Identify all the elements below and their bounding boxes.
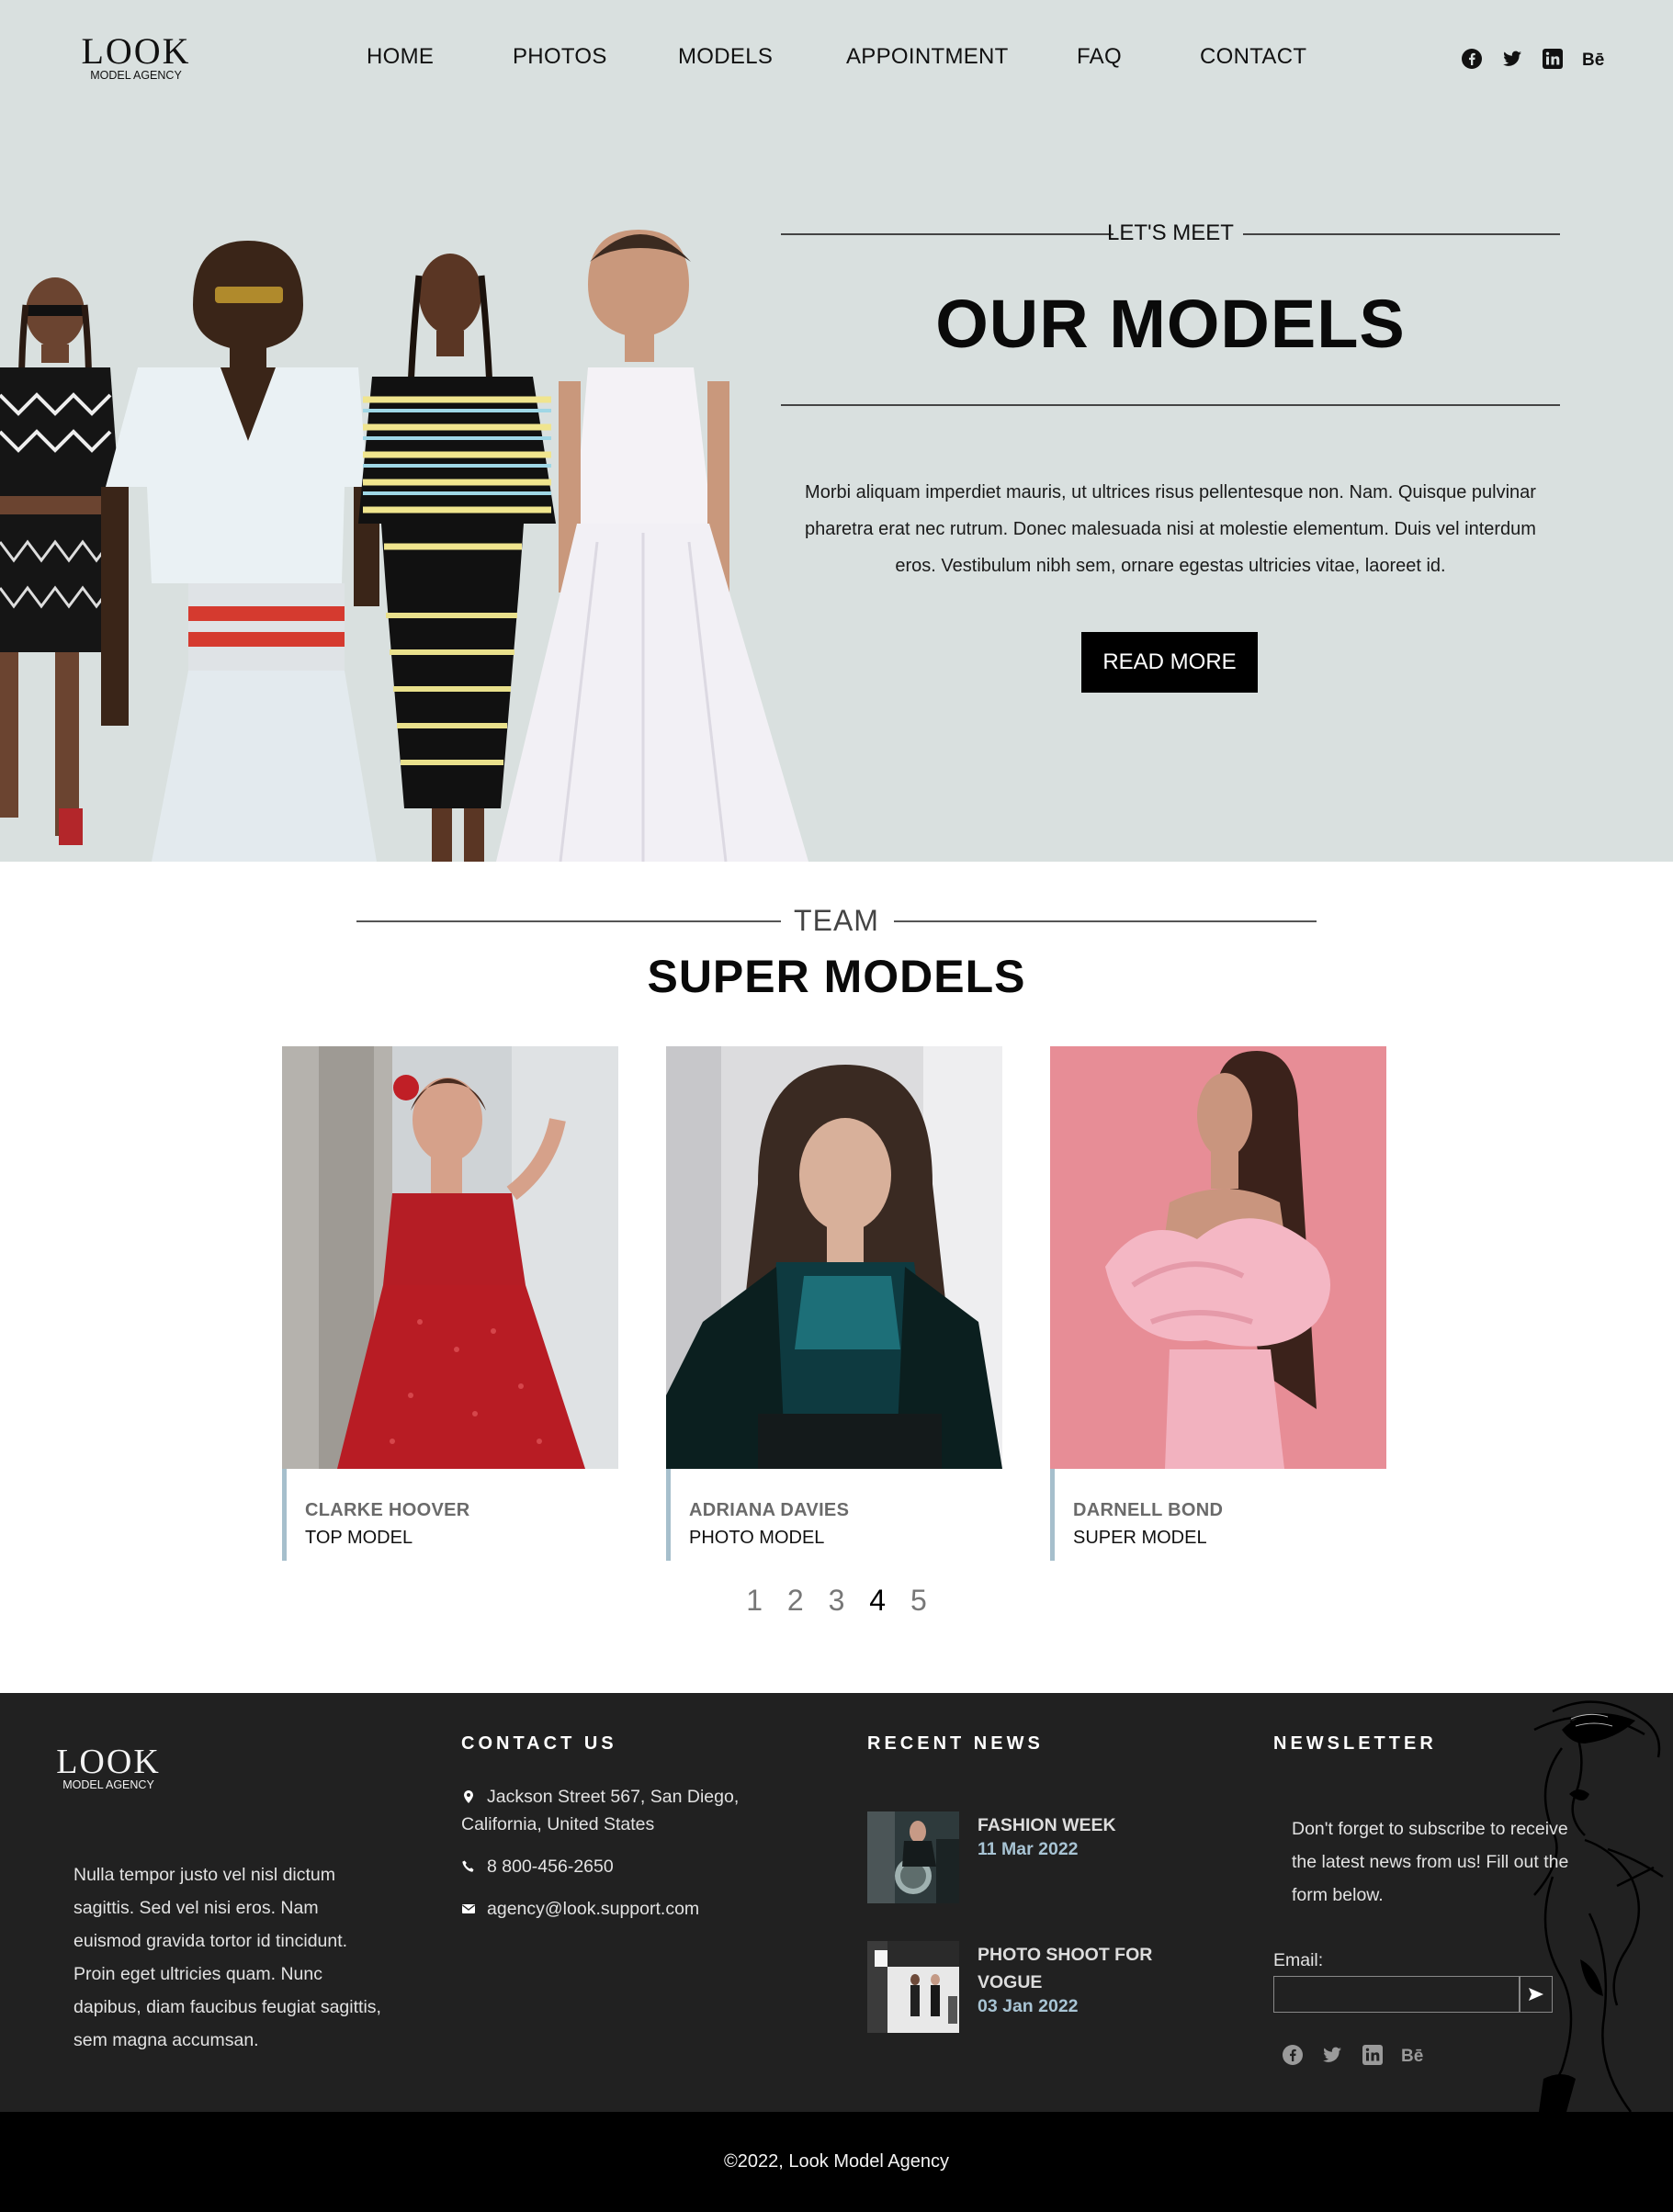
model-info: CLARKE HOOVER TOP MODEL bbox=[282, 1469, 618, 1561]
model-role: PHOTO MODEL bbox=[689, 1528, 825, 1548]
page-link-2[interactable]: 2 bbox=[787, 1584, 804, 1618]
model-card[interactable]: CLARKE HOOVER TOP MODEL bbox=[282, 1046, 618, 1561]
svg-text:Bē: Bē bbox=[1582, 51, 1604, 70]
contact-address-text: Jackson Street 567, San Diego, Californi… bbox=[461, 1787, 740, 1834]
contact-phone[interactable]: 8 800-456-2650 bbox=[461, 1853, 792, 1880]
model-role: TOP MODEL bbox=[305, 1528, 413, 1548]
contact-email-text: agency@look.support.com bbox=[487, 1899, 700, 1919]
email-label: Email: bbox=[1273, 1950, 1324, 1970]
model-info: ADRIANA DAVIES PHOTO MODEL bbox=[666, 1469, 1002, 1561]
hero-section: LOOK MODEL AGENCY HOME PHOTOS MODELS APP… bbox=[0, 0, 1673, 862]
team-line-right bbox=[894, 920, 1317, 922]
page-link-5[interactable]: 5 bbox=[910, 1584, 927, 1618]
send-icon bbox=[1528, 1987, 1544, 2002]
logo-main-text: LOOK bbox=[56, 1743, 161, 1781]
logo-sub-text: MODEL AGENCY bbox=[62, 1778, 154, 1791]
news-title[interactable]: PHOTO SHOOT FOR VOGUE bbox=[978, 1941, 1161, 1996]
eyebrow-line-right bbox=[1243, 233, 1560, 235]
contact-heading: CONTACT US bbox=[461, 1733, 617, 1754]
news-item[interactable]: PHOTO SHOOT FOR VOGUE 03 Jan 2022 bbox=[867, 1941, 1152, 2033]
model-card[interactable]: DARNELL BOND SUPER MODEL bbox=[1050, 1046, 1386, 1561]
newsletter-heading: NEWSLETTER bbox=[1273, 1733, 1437, 1754]
location-pin-icon bbox=[461, 1789, 476, 1804]
team-eyebrow: TEAM bbox=[356, 904, 1317, 941]
footer-social-links: Bē bbox=[1282, 2044, 1438, 2068]
model-photo[interactable] bbox=[1050, 1046, 1386, 1469]
svg-text:Bē: Bē bbox=[1401, 2047, 1423, 2066]
page-link-4-active[interactable]: 4 bbox=[869, 1584, 886, 1618]
twitter-icon[interactable] bbox=[1501, 48, 1523, 70]
model-photo[interactable] bbox=[666, 1046, 1002, 1469]
header-social-links: Bē bbox=[1461, 48, 1608, 72]
news-thumbnail[interactable] bbox=[867, 1811, 959, 1903]
news-title[interactable]: FASHION WEEK bbox=[978, 1811, 1161, 1839]
model-name[interactable]: CLARKE HOOVER bbox=[305, 1500, 469, 1521]
footer: LOOK MODEL AGENCY Nulla tempor justo vel… bbox=[0, 1693, 1673, 2112]
news-heading: RECENT NEWS bbox=[867, 1733, 1044, 1754]
page-link-3[interactable]: 3 bbox=[829, 1584, 845, 1618]
news-date: 11 Mar 2022 bbox=[978, 1839, 1079, 1859]
nav-item-faq[interactable]: FAQ bbox=[1077, 44, 1122, 70]
copyright-text: ©2022, Look Model Agency bbox=[724, 2151, 949, 2172]
behance-icon[interactable]: Bē bbox=[1582, 48, 1608, 70]
nav-item-contact[interactable]: CONTACT bbox=[1200, 44, 1306, 70]
model-photo[interactable] bbox=[282, 1046, 618, 1469]
runway-models-image bbox=[0, 230, 808, 862]
hero-eyebrow: LET'S MEET bbox=[781, 220, 1560, 248]
twitter-icon[interactable] bbox=[1321, 2044, 1343, 2066]
team-title: SUPER MODELS bbox=[647, 951, 1026, 1002]
facebook-icon[interactable] bbox=[1282, 2044, 1304, 2066]
footer-logo[interactable]: LOOK MODEL AGENCY bbox=[53, 1744, 164, 1791]
nav-item-photos[interactable]: PHOTOS bbox=[513, 44, 607, 70]
model-role: SUPER MODEL bbox=[1073, 1528, 1207, 1548]
model-card[interactable]: ADRIANA DAVIES PHOTO MODEL bbox=[666, 1046, 1002, 1561]
read-more-button[interactable]: READ MORE bbox=[1081, 632, 1258, 693]
newsletter-email-input[interactable] bbox=[1273, 1976, 1520, 2013]
page-link-1[interactable]: 1 bbox=[746, 1584, 763, 1618]
model-name[interactable]: DARNELL BOND bbox=[1073, 1500, 1223, 1521]
model-name[interactable]: ADRIANA DAVIES bbox=[689, 1500, 849, 1521]
nav-item-home[interactable]: HOME bbox=[367, 44, 434, 70]
behance-icon[interactable]: Bē bbox=[1401, 2044, 1427, 2066]
nav-item-models[interactable]: MODELS bbox=[678, 44, 773, 70]
linkedin-icon[interactable] bbox=[1362, 2044, 1384, 2066]
copyright-bar: ©2022, Look Model Agency bbox=[0, 2112, 1673, 2212]
linkedin-icon[interactable] bbox=[1542, 48, 1564, 70]
footer-about-text: Nulla tempor justo vel nisl dictum sagit… bbox=[73, 1865, 381, 2050]
news-item[interactable]: FASHION WEEK 11 Mar 2022 bbox=[867, 1811, 1143, 1903]
hero-description: Morbi aliquam imperdiet mauris, ut ultri… bbox=[805, 482, 1536, 576]
newsletter-text: Don't forget to subscribe to receive the… bbox=[1292, 1819, 1569, 1905]
contact-phone-text: 8 800-456-2650 bbox=[487, 1856, 614, 1877]
hero-divider bbox=[781, 404, 1560, 406]
model-info: DARNELL BOND SUPER MODEL bbox=[1050, 1469, 1386, 1561]
phone-icon bbox=[461, 1859, 476, 1874]
contact-email[interactable]: agency@look.support.com bbox=[461, 1895, 792, 1923]
facebook-icon[interactable] bbox=[1461, 48, 1483, 70]
hero-title: OUR MODELS bbox=[935, 286, 1406, 362]
news-thumbnail[interactable] bbox=[867, 1941, 959, 2033]
newsletter-submit-button[interactable] bbox=[1520, 1976, 1553, 2013]
main-nav: HOME PHOTOS MODELS APPOINTMENT FAQ CONTA… bbox=[0, 44, 1673, 72]
contact-address: Jackson Street 567, San Diego, Californi… bbox=[461, 1783, 792, 1838]
mail-icon bbox=[461, 1902, 476, 1916]
nav-item-appointment[interactable]: APPOINTMENT bbox=[846, 44, 1009, 70]
pagination: 1 2 3 4 5 bbox=[0, 1584, 1673, 1618]
news-date: 03 Jan 2022 bbox=[978, 1996, 1079, 2016]
